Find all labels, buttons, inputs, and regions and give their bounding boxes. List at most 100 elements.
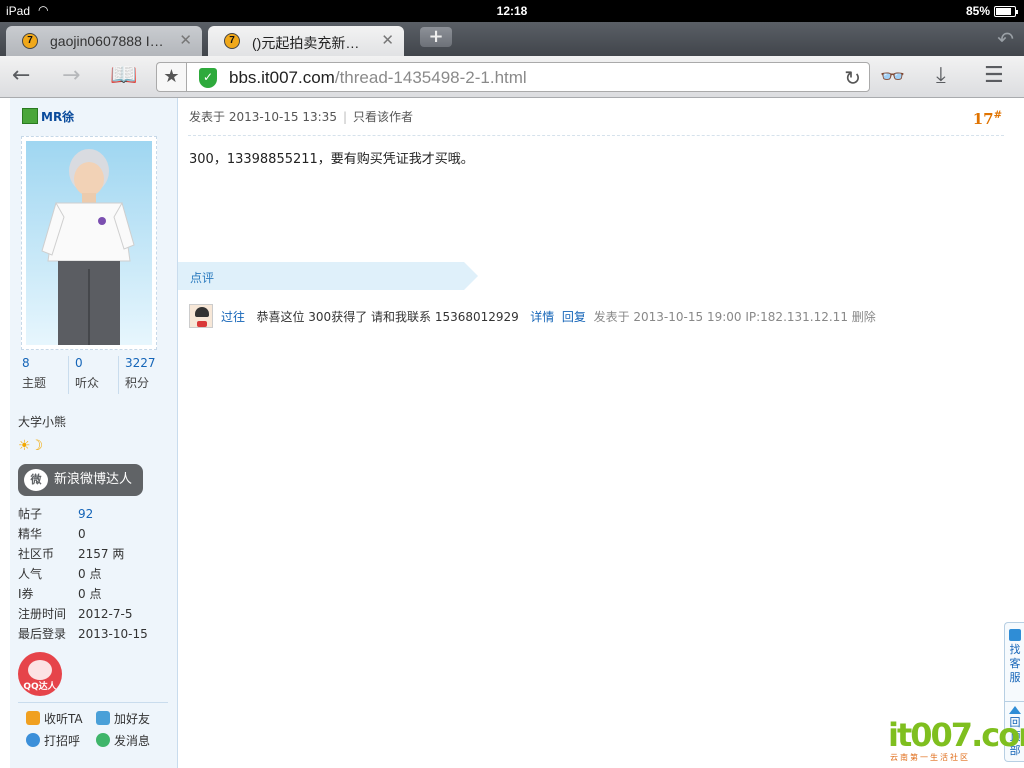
author-sidebar: MR徐 8 主题 0 听众 3227 积分 大学小熊 ☀☽ 微 新浪微博达人 帖…	[10, 98, 178, 768]
site-favicon-icon: 7	[224, 33, 240, 49]
author-name-label: MR徐	[41, 110, 75, 124]
stat-label: 主题	[22, 376, 47, 390]
divider	[188, 135, 1004, 136]
info-key: 社区币	[18, 547, 55, 561]
clock: 12:18	[496, 4, 528, 18]
stat-label: 听众	[75, 376, 100, 390]
info-row: I券 0 点	[18, 584, 170, 604]
add-friend-icon	[96, 711, 110, 725]
battery-level-fill	[996, 8, 1012, 15]
watermark-slogan: 云南第一生活社区	[890, 753, 970, 762]
address-bar[interactable]: ✓ bbs.it007.com/thread-1435498-2-1.html …	[186, 62, 870, 92]
author-stats: 8 主题 0 听众 3227 积分	[18, 356, 170, 394]
glasses-icon[interactable]: 👓	[880, 64, 905, 88]
url-path: /thread-1435498-2-1.html	[334, 68, 527, 87]
send-message-button[interactable]: 发消息	[96, 731, 150, 751]
reload-icon[interactable]: ↻	[844, 66, 861, 90]
greet-button[interactable]: 打招呼	[26, 731, 80, 751]
qq-badge-icon[interactable]: QQ达人	[18, 652, 62, 696]
follow-button[interactable]: 收听TA	[26, 709, 83, 729]
tab-label: ()元起拍卖充新…	[252, 35, 360, 51]
info-value: 2012-7-5	[78, 607, 133, 621]
review-header-banner	[178, 262, 478, 290]
floor-number[interactable]: 17#	[973, 110, 1002, 128]
weibo-icon: 微	[24, 469, 48, 491]
tab-gaojin[interactable]: 7 gaojin0607888 I… ✕	[6, 26, 202, 56]
stat-value: 3227	[125, 356, 156, 370]
house-icon	[26, 711, 40, 725]
tab-bar: 7 gaojin0607888 I… ✕ 7 ()元起拍卖充新… ✕ + ↶	[0, 22, 1024, 56]
info-key: 注册时间	[18, 607, 67, 621]
service-label: 找客服	[1009, 643, 1021, 684]
add-friend-button[interactable]: 加好友	[96, 709, 150, 729]
info-key: 人气	[18, 567, 43, 581]
bookmark-star-icon[interactable]: ★	[156, 62, 186, 92]
info-row: 注册时间 2012-7-5	[18, 604, 170, 624]
arrow-up-icon	[1009, 706, 1021, 714]
security-shield-icon: ✓	[199, 68, 217, 88]
info-row: 社区币 2157 两	[18, 544, 170, 564]
info-key: 最后登录	[18, 627, 67, 641]
close-icon[interactable]: ✕	[179, 31, 192, 49]
user-online-icon	[22, 108, 38, 124]
info-value-posts[interactable]: 92	[78, 504, 93, 524]
comment-meta: 发表于 2013-10-15 19:00 IP:182.131.12.11 删除	[593, 310, 876, 324]
tab-auction[interactable]: 7 ()元起拍卖充新… ✕	[208, 26, 404, 56]
info-value: 0 点	[78, 567, 102, 581]
status-bar: iPad ◠ 12:18 85%	[0, 0, 1024, 22]
comment-text: 恭喜这位 300获得了 请和我联系 15368012929	[256, 310, 519, 324]
forum-page: MR徐 8 主题 0 听众 3227 积分 大学小熊 ☀☽ 微 新浪微博达人 帖…	[0, 98, 1024, 768]
comment-detail-link[interactable]: 详情	[530, 310, 554, 324]
site-watermark: it007.com 云南第一生活社区	[888, 718, 1024, 762]
avatar[interactable]	[21, 136, 157, 350]
undo-close-tab-icon[interactable]: ↶	[997, 27, 1014, 51]
speech-bubble-icon	[26, 733, 40, 747]
rank-sun-moon-icon: ☀☽	[18, 438, 44, 454]
forward-arrow-icon[interactable]: →	[62, 64, 80, 88]
info-value: 2013-10-15	[78, 627, 148, 641]
menu-list-icon[interactable]: ☰	[984, 64, 1004, 88]
tab-label: gaojin0607888 I…	[50, 33, 164, 49]
author-name[interactable]: MR徐	[22, 108, 74, 125]
reading-book-icon[interactable]: 📖	[110, 64, 137, 88]
floor-value: 17	[972, 110, 994, 128]
comment-reply-link[interactable]: 回复	[562, 310, 586, 324]
commenter-name[interactable]: 过往	[221, 310, 245, 324]
stat-label: 积分	[125, 376, 150, 390]
url-host: bbs.it007.com	[229, 68, 335, 87]
author-actions: 收听TA 加好友 打招呼 发消息	[18, 702, 168, 754]
info-value: 2157 两	[78, 547, 125, 561]
close-icon[interactable]: ✕	[381, 31, 394, 49]
post-time: 发表于 2013-10-15 13:35	[189, 110, 337, 124]
watermark-logo: it007.com	[888, 716, 1024, 754]
back-arrow-icon[interactable]: ←	[12, 64, 30, 88]
author-only-link[interactable]: 只看该作者	[353, 110, 413, 124]
stat-points[interactable]: 3227 积分	[118, 356, 156, 394]
author-info-list: 帖子 92 精华 0 社区币 2157 两 人气 0 点 I券 0 点 注册时间 2012-…	[18, 504, 170, 644]
info-key: 帖子	[18, 507, 43, 521]
info-row: 人气 0 点	[18, 564, 170, 584]
info-key: I券	[18, 587, 34, 601]
stat-value: 0	[75, 356, 83, 370]
stat-listeners[interactable]: 0 听众	[68, 356, 99, 394]
weibo-badge[interactable]: 微 新浪微博达人	[18, 464, 143, 496]
commenter-avatar[interactable]	[189, 304, 213, 328]
download-icon[interactable]: ⤓	[936, 64, 946, 88]
review-title: 点评	[190, 271, 215, 285]
stat-topics[interactable]: 8 主题	[22, 356, 46, 394]
post-meta: 发表于 2013-10-15 13:35 | 只看该作者	[189, 110, 414, 124]
info-value: 0 点	[78, 587, 102, 601]
new-tab-button[interactable]: +	[420, 27, 452, 47]
send-message-label: 发消息	[114, 734, 151, 748]
review-header: 点评	[178, 262, 478, 290]
info-value: 0	[78, 527, 86, 541]
weibo-badge-label: 新浪微博达人	[54, 472, 133, 487]
info-row: 精华 0	[18, 524, 170, 544]
info-row: 最后登录 2013-10-15	[18, 624, 170, 644]
avatar-figure-icon	[41, 149, 135, 345]
floor-mark: #	[993, 110, 1002, 121]
info-row: 帖子 92	[18, 504, 170, 524]
user-rank: 大学小熊	[18, 415, 67, 429]
customer-service-button[interactable]: 找客服	[1005, 629, 1024, 685]
url-text[interactable]: bbs.it007.com/thread-1435498-2-1.html	[229, 68, 527, 88]
